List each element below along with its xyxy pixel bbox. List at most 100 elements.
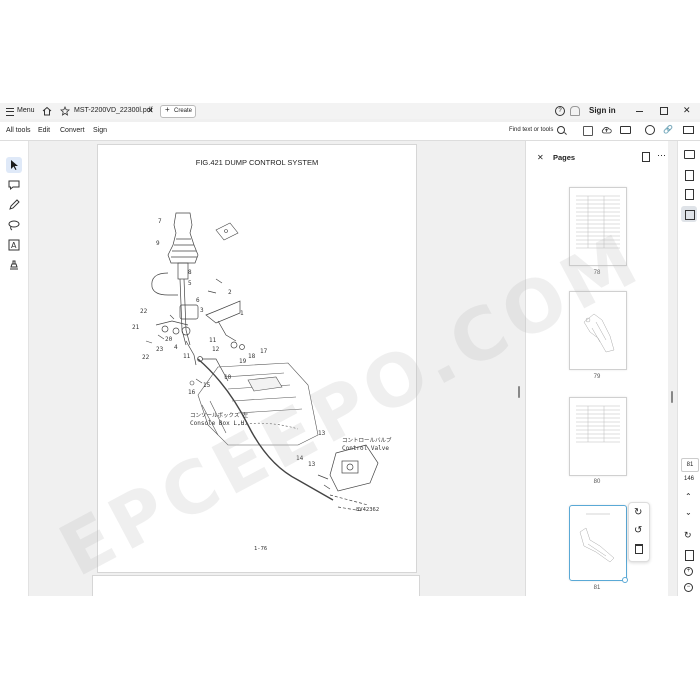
favorite-star-icon[interactable] (60, 105, 70, 118)
stamp-icon (10, 260, 18, 270)
page-thumbnail-79[interactable] (569, 291, 627, 370)
part-number-label: 17 (260, 348, 268, 355)
pen-icon (9, 199, 20, 210)
main-toolbar: All tools Edit Convert Sign Find text or… (0, 122, 700, 141)
page-thumbnail-label: 79 (593, 374, 601, 380)
part-number-label: 13 (308, 461, 316, 468)
add-comment-button[interactable] (6, 177, 22, 193)
control-valve-annotation-jp: コントロールバルブ (342, 438, 392, 444)
more-options-icon[interactable]: ⋯ (657, 150, 666, 161)
text-box-icon: A (8, 239, 20, 251)
part-number-label: 4 (174, 344, 178, 351)
part-number-label: 1 (240, 310, 244, 317)
page-thumbnail-81-selected[interactable] (569, 505, 627, 581)
minimize-window-icon[interactable] (636, 111, 643, 112)
help-icon[interactable]: ? (555, 106, 565, 116)
bracket-part (215, 222, 239, 241)
create-button[interactable]: + Create (160, 105, 196, 118)
pdf-page-next (92, 575, 420, 596)
notifications-bell-icon[interactable] (570, 106, 580, 116)
lasso-button[interactable] (6, 217, 22, 233)
upload-cloud-icon[interactable] (601, 125, 612, 137)
menu-button-label[interactable]: Menu (17, 107, 35, 114)
part-number-label: 6 (196, 297, 200, 304)
select-tool-button[interactable] (6, 157, 22, 173)
draw-pen-button[interactable] (6, 197, 22, 213)
search-icon[interactable] (557, 126, 567, 135)
part-number-label: 2 (228, 289, 232, 296)
part-number-label: 18 (248, 353, 256, 360)
table-page-preview (576, 405, 620, 443)
console-box-annotation-jp: コンソールボックス 左 (190, 413, 249, 419)
pdf-page: FIG.421 DUMP CONTROL SYSTEM 7 9 8 5 6 2 … (97, 144, 417, 573)
close-tab-icon[interactable]: ✕ (147, 106, 154, 115)
thumbnail-actions-bar: ↻ ↺ (628, 502, 650, 562)
page-thumbnail-78[interactable] (569, 187, 627, 266)
zoom-in-icon[interactable]: + (684, 567, 693, 576)
home-icon[interactable] (42, 106, 52, 118)
text-box-button[interactable]: A (6, 237, 22, 253)
part-number-label: 16 (188, 389, 196, 396)
document-scrollbar[interactable] (518, 386, 520, 398)
rotate-counterclockwise-icon[interactable]: ↺ (634, 525, 642, 536)
previous-page-icon[interactable]: ⌃ (685, 492, 692, 501)
attachments-panel-icon[interactable] (685, 189, 694, 200)
drawing-page-preview (579, 513, 615, 563)
lasso-icon (8, 220, 20, 231)
toolbar-sign[interactable]: Sign (93, 127, 107, 134)
toolbar-edit[interactable]: Edit (38, 127, 50, 134)
bookmarks-panel-icon[interactable] (685, 170, 694, 181)
hamburger-menu-icon[interactable] (6, 108, 14, 116)
link-icon[interactable]: 🔗 (663, 125, 673, 134)
console-box-annotation-en: Console Box L.H. (190, 420, 248, 427)
zoom-out-icon[interactable]: − (684, 583, 693, 592)
plus-icon: + (165, 105, 170, 114)
toolbar-all-tools[interactable]: All tools (6, 127, 31, 134)
part-number-label: 23 (156, 346, 164, 353)
print-icon[interactable] (620, 126, 631, 134)
email-icon[interactable] (683, 126, 694, 134)
next-page-icon[interactable]: ⌃ (685, 507, 692, 516)
toolbar-convert[interactable]: Convert (60, 127, 85, 134)
console-box (197, 362, 319, 446)
control-valve-annotation-en: Control Valve (342, 445, 389, 452)
lever-boot (151, 212, 199, 346)
drawing-code: 8V42362 (356, 507, 380, 513)
part-number-label: 9 (156, 240, 160, 247)
close-window-icon[interactable]: ✕ (683, 105, 691, 116)
save-icon[interactable] (583, 126, 593, 136)
pages-panel-scrollbar[interactable] (671, 391, 673, 403)
page-thumbnail-label: 81 (593, 585, 601, 591)
part-number-label: 7 (158, 218, 162, 225)
page-thumbnail-80[interactable] (569, 397, 627, 476)
pages-panel-toggle[interactable] (681, 206, 697, 222)
tab-bar: Menu MST-2200VD_22300l.pdf ✕ + Create ? … (0, 103, 700, 119)
stamp-button[interactable] (6, 257, 22, 273)
comments-panel-icon[interactable] (684, 150, 695, 159)
document-viewport[interactable]: FIG.421 DUMP CONTROL SYSTEM 7 9 8 5 6 2 … (29, 141, 524, 596)
pdf-viewer-app: Menu MST-2200VD_22300l.pdf ✕ + Create ? … (0, 103, 700, 596)
sign-in-button[interactable]: Sign in (589, 106, 616, 115)
delete-page-icon[interactable] (635, 544, 643, 554)
maximize-window-icon[interactable] (660, 107, 668, 115)
document-tab-title[interactable]: MST-2200VD_22300l.pdf (74, 107, 153, 114)
comment-icon (8, 180, 20, 191)
part-number-label: 21 (132, 324, 140, 331)
page-reference: 1-76 (254, 546, 268, 552)
ai-assistant-icon[interactable] (645, 125, 655, 135)
part-number-label: 8 (188, 269, 192, 276)
find-text-or-tools[interactable]: Find text or tools (509, 127, 553, 133)
part-number-label: 22 (142, 354, 150, 361)
drawing-page-preview (583, 313, 615, 353)
current-page-number[interactable]: 81 (681, 458, 699, 472)
part-number-label: 19 (239, 358, 247, 365)
extract-page-icon[interactable] (685, 550, 694, 561)
insert-page-icon[interactable] (642, 152, 650, 162)
rotate-clockwise-icon[interactable]: ↻ (634, 507, 642, 518)
page-thumbnail-label: 80 (593, 479, 601, 485)
cursor-arrow-icon (11, 160, 18, 170)
refresh-icon[interactable]: ↻ (684, 530, 692, 541)
part-number-label: 11 (209, 337, 217, 344)
thumbnail-resize-handle[interactable] (622, 577, 628, 583)
close-panel-icon[interactable]: ✕ (537, 153, 544, 162)
